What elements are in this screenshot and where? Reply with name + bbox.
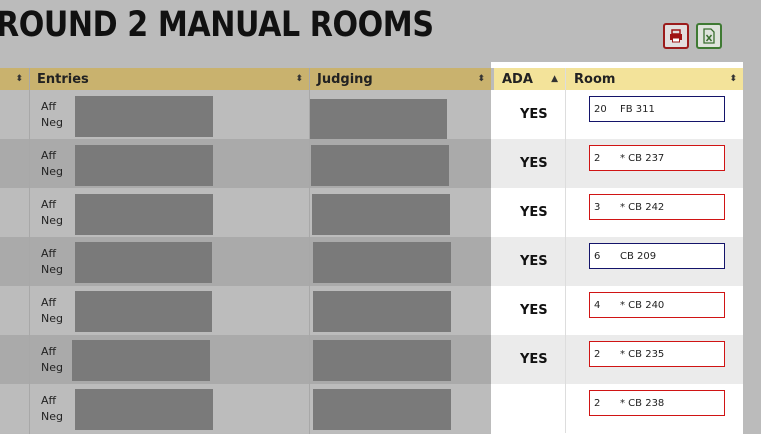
room-number: 20	[594, 103, 607, 115]
redacted-judge-block	[313, 340, 451, 381]
neg-label: Neg	[41, 165, 63, 178]
ada-value: YES	[520, 205, 548, 220]
room-select[interactable]: 3 * CB 242	[589, 194, 725, 220]
printer-icon	[670, 29, 682, 43]
room-select[interactable]: 2 * CB 238	[589, 390, 725, 416]
ada-value: YES	[520, 156, 548, 171]
ada-value: YES	[520, 303, 548, 318]
neg-label: Neg	[41, 410, 63, 423]
redacted-entry-block	[75, 389, 213, 430]
room-select[interactable]: 4 * CB 240	[589, 292, 725, 318]
column-divider	[29, 68, 30, 434]
redacted-entry-block	[75, 291, 212, 332]
room-number: 2	[594, 397, 601, 409]
ada-value: YES	[520, 107, 548, 122]
room-number: 3	[594, 201, 601, 213]
neg-label: Neg	[41, 214, 63, 227]
column-divider	[309, 68, 310, 434]
aff-label: Aff	[41, 100, 57, 113]
column-header-entries[interactable]: Entries ⬍	[29, 68, 309, 90]
neg-label: Neg	[41, 312, 63, 325]
redacted-entry-block	[75, 194, 213, 235]
highlight-frame	[491, 62, 743, 68]
room-number: 2	[594, 152, 601, 164]
room-select[interactable]: 2 * CB 237	[589, 145, 725, 171]
sort-icon: ⬍	[15, 74, 23, 84]
room-name: * CB 235	[620, 348, 665, 360]
room-name: * CB 238	[620, 397, 665, 409]
room-name: * CB 242	[620, 201, 665, 213]
room-number: 4	[594, 299, 601, 311]
redacted-judge-block	[313, 291, 451, 332]
column-divider	[565, 68, 566, 434]
column-header-label: Entries	[37, 71, 89, 87]
room-number: 6	[594, 250, 601, 262]
neg-label: Neg	[41, 361, 63, 374]
excel-file-icon	[703, 28, 715, 44]
ada-value: YES	[520, 352, 548, 367]
redacted-judge-block	[311, 145, 449, 186]
redacted-entry-block	[72, 340, 210, 381]
sort-icon: ⬍	[477, 74, 485, 84]
room-name: * CB 240	[620, 299, 665, 311]
excel-export-button[interactable]	[696, 23, 722, 49]
redacted-entry-block	[75, 242, 212, 283]
column-header-label: Room	[574, 71, 616, 87]
room-name: * CB 237	[620, 152, 665, 164]
redacted-judge-block	[312, 194, 450, 235]
sort-icon: ⬍	[729, 74, 737, 84]
room-select[interactable]: 6 CB 209	[589, 243, 725, 269]
redacted-entry-block	[75, 145, 213, 186]
redacted-judge-block	[313, 242, 451, 283]
room-number: 2	[594, 348, 601, 360]
column-header-blank[interactable]: ⬍	[0, 68, 29, 90]
print-button[interactable]	[663, 23, 689, 49]
aff-label: Aff	[41, 149, 57, 162]
room-name: CB 209	[620, 250, 657, 262]
page-title: ROUND 2 MANUAL ROOMS	[0, 5, 434, 45]
room-select[interactable]: 2 * CB 235	[589, 341, 725, 367]
column-header-label: Judging	[317, 71, 373, 87]
redacted-judge-block	[309, 99, 447, 140]
column-header-ada[interactable]: ADA ▲	[494, 68, 565, 90]
aff-label: Aff	[41, 296, 57, 309]
aff-label: Aff	[41, 198, 57, 211]
column-header-label: ADA	[502, 71, 533, 87]
redacted-judge-block	[313, 389, 451, 430]
ada-value: YES	[520, 254, 548, 269]
room-select[interactable]: 20 FB 311	[589, 96, 725, 122]
aff-label: Aff	[41, 247, 57, 260]
aff-label: Aff	[41, 345, 57, 358]
column-header-room[interactable]: Room ⬍	[566, 68, 743, 90]
neg-label: Neg	[41, 263, 63, 276]
sort-asc-icon: ▲	[551, 74, 558, 84]
neg-label: Neg	[41, 116, 63, 129]
sort-icon: ⬍	[295, 74, 303, 84]
redacted-entry-block	[75, 96, 213, 137]
column-header-judging[interactable]: Judging ⬍	[309, 68, 491, 90]
room-name: FB 311	[620, 103, 655, 115]
aff-label: Aff	[41, 394, 57, 407]
